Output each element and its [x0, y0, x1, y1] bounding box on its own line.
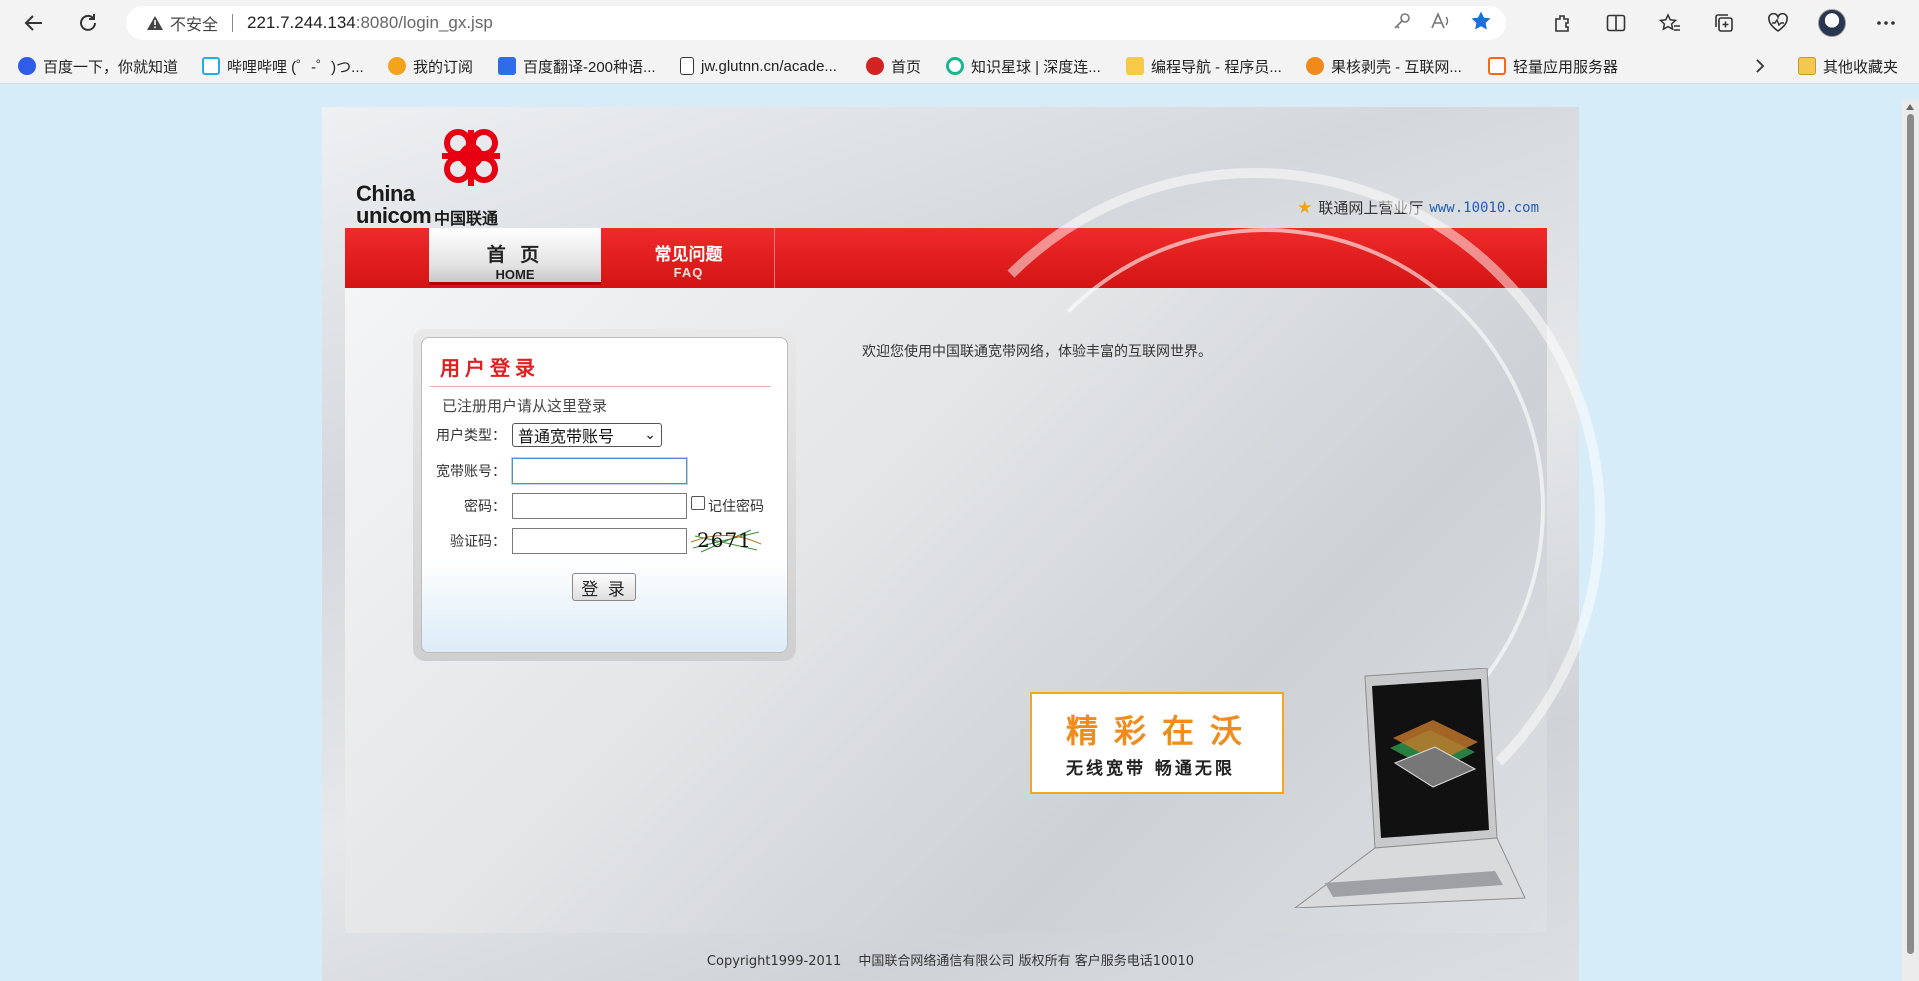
- zsxq-icon: [946, 57, 964, 75]
- tab-home-cn: 首 页: [486, 244, 544, 266]
- chevron-right-icon: [1756, 59, 1765, 73]
- welcome-message: 欢迎您使用中国联通宽带网络，体验丰富的互联网世界。: [862, 344, 1212, 360]
- captcha-row: 验证码： 2671: [422, 528, 761, 554]
- account-input[interactable]: [512, 458, 687, 484]
- login-button[interactable]: 登 录: [572, 573, 636, 601]
- split-screen-icon[interactable]: [1599, 8, 1633, 38]
- tab-home-en: HOME: [495, 267, 535, 282]
- bookmark-jw-glutnn[interactable]: jw.glutnn.cn/acade...: [680, 55, 837, 77]
- bookmark-label: 我的订阅: [413, 58, 474, 76]
- ghxi-icon: [1306, 57, 1324, 75]
- page-scrollbar[interactable]: [1902, 100, 1919, 981]
- laptop-illustration: [1205, 667, 1535, 909]
- collections-icon[interactable]: [1707, 8, 1741, 38]
- bookmark-label: 轻量应用服务器: [1513, 58, 1619, 76]
- tab-home[interactable]: 首 页 HOME: [429, 228, 601, 285]
- page-footer: Copyright1999-2011 中国联合网络通信有限公司 版权所有 客户服…: [706, 954, 1195, 969]
- bookmark-label: 百度翻译-200种语...: [523, 58, 656, 76]
- translate-icon: [498, 57, 516, 75]
- login-form: 用户登录 已注册用户请从这里登录 用户类型： 普通宽带账号 ⌄ 宽带账号： 密码…: [421, 337, 788, 653]
- tab-faq-cn: 常见问题: [654, 245, 723, 265]
- password-row: 密码： 记住密码: [422, 493, 764, 519]
- address-bar[interactable]: 不安全 221.7.244.134:8080/login_gx.jsp: [126, 6, 1506, 40]
- password-input[interactable]: [512, 493, 687, 519]
- captcha-label: 验证码：: [450, 534, 506, 550]
- logo-english: China unicom: [356, 181, 432, 228]
- key-icon[interactable]: [1392, 11, 1412, 35]
- scroll-thumb[interactable]: [1907, 114, 1914, 954]
- user-type-row: 用户类型： 普通宽带账号 ⌄: [422, 422, 662, 448]
- tab-faq[interactable]: 常见问题 FAQ: [603, 228, 775, 288]
- bookmark-ghxi[interactable]: 果核剥壳 - 互联网...: [1306, 55, 1462, 77]
- bookmark-label: 编程导航 - 程序员...: [1151, 58, 1282, 76]
- folder-icon: [1798, 57, 1816, 75]
- bookmark-baidu-translate[interactable]: 百度翻译-200种语...: [498, 55, 656, 77]
- bookmark-label: 百度一下，你就知道: [43, 58, 179, 76]
- account-row: 宽带账号：: [422, 458, 687, 484]
- captcha-input[interactable]: [512, 528, 687, 554]
- login-panel: 用户登录 已注册用户请从这里登录 用户类型： 普通宽带账号 ⌄ 宽带账号： 密码…: [413, 329, 796, 661]
- cloud-server-icon: [1488, 57, 1506, 75]
- logo-chinese: 中国联通: [434, 209, 499, 228]
- favorites-icon[interactable]: [1653, 8, 1687, 38]
- browser-toolbar: 不安全 221.7.244.134:8080/login_gx.jsp: [0, 0, 1919, 46]
- read-aloud-icon[interactable]: [1430, 11, 1452, 35]
- refresh-button[interactable]: [72, 8, 104, 38]
- code-nav-icon: [1126, 57, 1144, 75]
- chevron-down-icon: ⌄: [644, 427, 656, 443]
- more-icon[interactable]: [1869, 8, 1903, 38]
- captcha-text: 2671: [697, 528, 752, 552]
- subscription-icon: [388, 57, 406, 75]
- url-text[interactable]: 221.7.244.134:8080/login_gx.jsp: [247, 13, 493, 33]
- tab-faq-en: FAQ: [673, 265, 704, 280]
- refresh-icon: [80, 14, 96, 31]
- extensions-icon[interactable]: [1545, 8, 1579, 38]
- url-host: 221.7.244.134: [247, 13, 356, 32]
- bookmark-code-nav[interactable]: 编程导航 - 程序员...: [1126, 55, 1282, 77]
- bookmark-label: jw.glutnn.cn/acade...: [701, 57, 837, 75]
- favorite-star-icon[interactable]: [1470, 10, 1492, 36]
- bookmark-label: 哔哩哔哩 (゜-゜)つ...: [227, 58, 364, 76]
- other-bookmarks[interactable]: 其他收藏夹: [1798, 55, 1898, 77]
- title-divider: [430, 386, 771, 387]
- remember-password-label[interactable]: 记住密码: [708, 496, 764, 516]
- bookmark-label: 知识星球 | 深度连...: [971, 58, 1101, 76]
- insecure-label[interactable]: 不安全: [170, 11, 218, 35]
- back-button[interactable]: [18, 8, 50, 38]
- bookmarks-bar: 百度一下，你就知道 哔哩哔哩 (゜-゜)つ... 我的订阅 百度翻译-200种语…: [0, 46, 1919, 84]
- captcha-image[interactable]: 2671: [691, 528, 761, 554]
- user-type-value: 普通宽带账号: [518, 427, 615, 446]
- password-label: 密码：: [464, 499, 506, 515]
- profile-avatar[interactable]: [1815, 8, 1849, 38]
- unicom-knot-icon: [442, 129, 500, 186]
- page-icon: [680, 57, 694, 75]
- bookmark-baidu[interactable]: 百度一下，你就知道: [18, 55, 178, 77]
- bookmark-home[interactable]: 首页: [866, 55, 921, 77]
- login-title: 用户登录: [440, 356, 540, 380]
- remember-password-checkbox[interactable]: [691, 496, 705, 510]
- bookmark-zsxq[interactable]: 知识星球 | 深度连...: [946, 55, 1101, 77]
- user-type-label: 用户类型：: [436, 428, 506, 444]
- bilibili-tv-icon: [202, 57, 220, 75]
- address-separator: [232, 14, 234, 32]
- bookmark-lighthouse[interactable]: 轻量应用服务器: [1488, 55, 1618, 77]
- warning-icon[interactable]: [146, 14, 164, 32]
- login-subtitle: 已注册用户请从这里登录: [442, 397, 608, 415]
- site-url[interactable]: www.10010.com: [1429, 200, 1539, 216]
- other-bookmarks-label: 其他收藏夹: [1823, 58, 1899, 76]
- performance-icon[interactable]: [1761, 8, 1795, 38]
- bookmark-bilibili[interactable]: 哔哩哔哩 (゜-゜)つ...: [202, 55, 364, 77]
- scroll-up-arrow[interactable]: [1906, 104, 1914, 110]
- account-label: 宽带账号：: [436, 464, 506, 480]
- bookmark-label: 首页: [891, 58, 922, 76]
- url-path: :8080/login_gx.jsp: [355, 13, 493, 32]
- back-icon: [24, 15, 42, 31]
- bookmark-subscriptions[interactable]: 我的订阅: [388, 55, 473, 77]
- bookmark-label: 果核剥壳 - 互联网...: [1331, 58, 1462, 76]
- baidu-paw-icon: [18, 57, 36, 75]
- bookmarks-overflow[interactable]: [1754, 55, 1766, 77]
- china-unicom-logo[interactable]: China unicom 中国联通: [356, 125, 526, 228]
- user-type-select[interactable]: 普通宽带账号 ⌄: [512, 423, 662, 447]
- toutiao-icon: [866, 57, 884, 75]
